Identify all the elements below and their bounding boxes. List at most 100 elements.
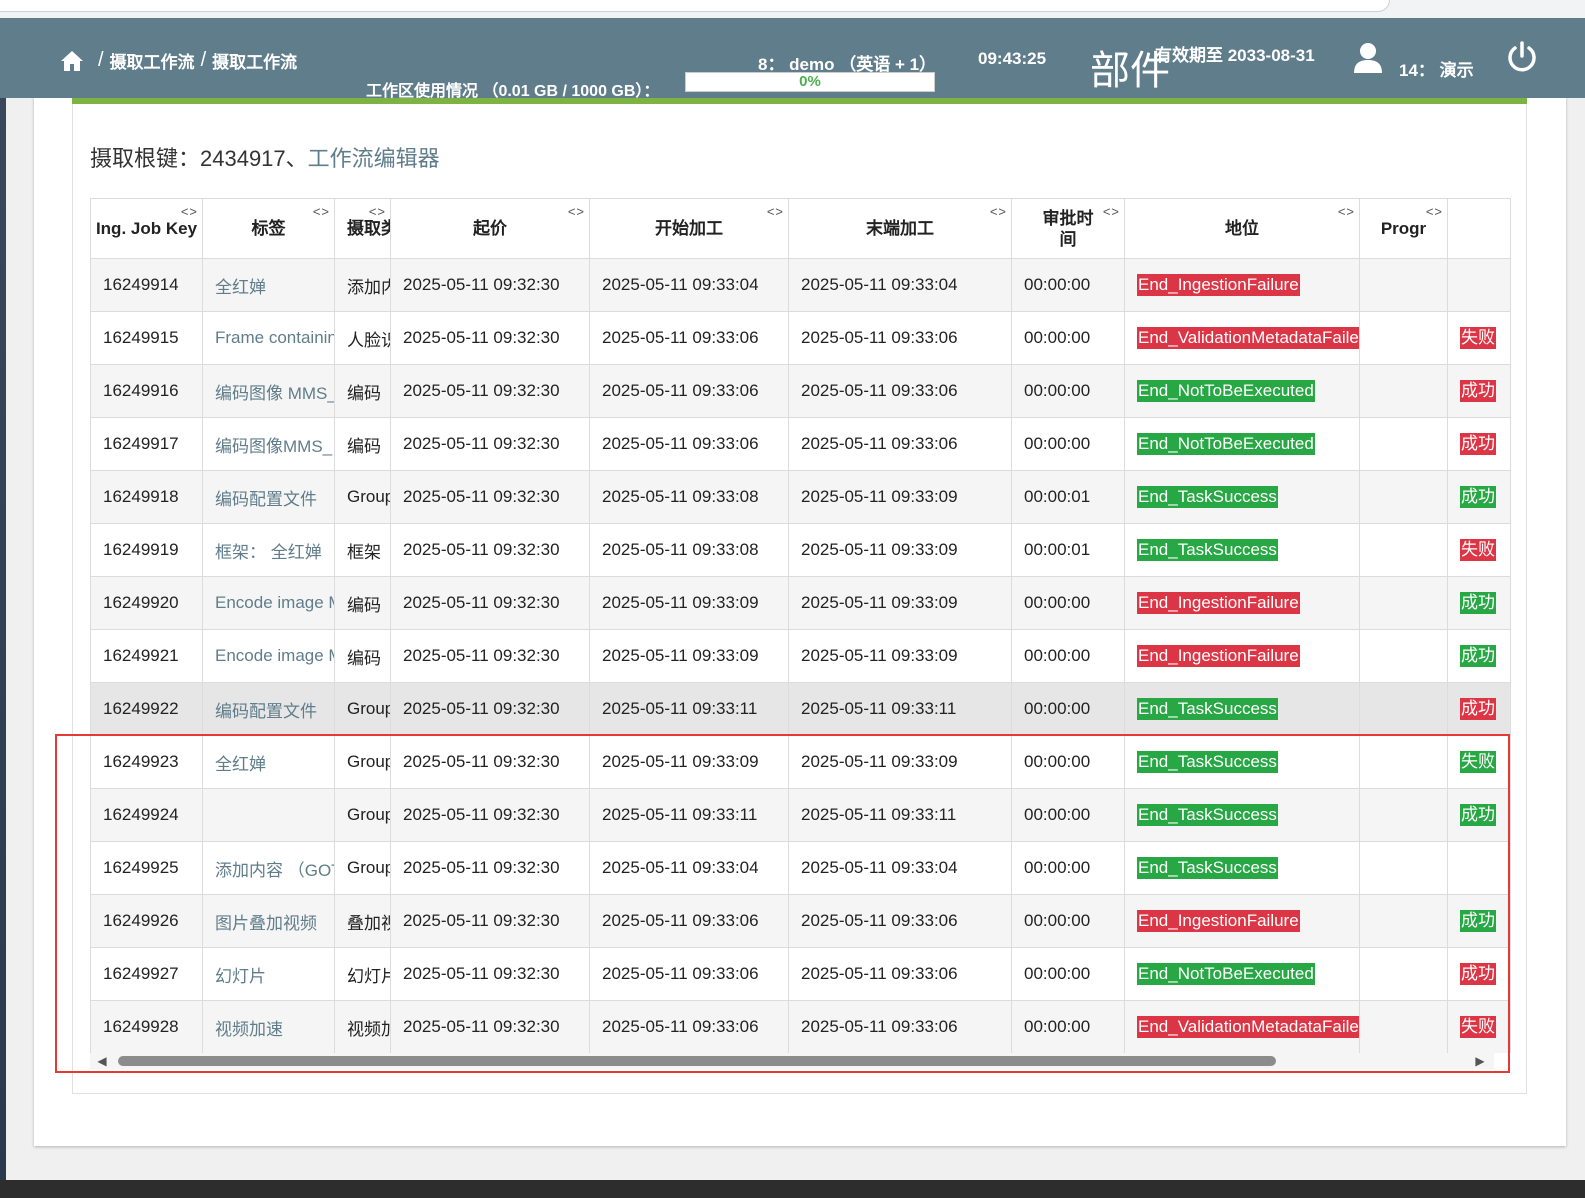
column-header-type[interactable]: 摄取类型<> xyxy=(334,198,391,259)
cell-end-time: 2025-05-11 09:33:09 xyxy=(788,735,1012,789)
cell-type: Group xyxy=(334,735,391,789)
breadcrumb-current[interactable]: 摄取工作流 xyxy=(212,48,297,73)
cell-label[interactable] xyxy=(202,788,335,842)
cell-label[interactable]: 编码图像 MMS_ xyxy=(202,364,335,418)
clock: 09:43:25 xyxy=(978,49,1047,68)
cell-label[interactable]: 幻灯片 xyxy=(202,947,335,1001)
column-header-begin[interactable]: 开始加工 <> xyxy=(589,198,789,259)
status-badge: End_TaskSuccess xyxy=(1137,804,1278,826)
user-name[interactable]: 14： 演示 xyxy=(1399,56,1474,81)
cell-label[interactable]: 全红婵 xyxy=(202,258,335,312)
column-header-progress[interactable]: Progr <> xyxy=(1359,198,1448,259)
result-badge: 成功 xyxy=(1460,645,1496,667)
table-row[interactable]: 16249921 Encode image M 编码 2025-05-11 09:32… xyxy=(90,629,1511,683)
table-row[interactable]: 16249928视频加速视频加2025-05-11 09:32:302025-0… xyxy=(90,1000,1511,1053)
browser-address-bar[interactable] xyxy=(0,0,1390,12)
cell-status: End_TaskSuccess xyxy=(1124,735,1360,789)
cell-label[interactable]: 编码配置文件 xyxy=(202,682,335,736)
cell-start-time: 2025-05-11 09:32:30 xyxy=(390,417,590,471)
status-badge: End_IngestionFailure xyxy=(1137,592,1300,614)
table-row[interactable]: 16249918 编码配置文件 Group 2025-05-11 09:32:30 20… xyxy=(90,470,1511,524)
sort-icon[interactable]: <> xyxy=(767,201,784,222)
cell-progress xyxy=(1359,576,1448,630)
cell-label[interactable]: 全红婵 xyxy=(202,735,335,789)
sort-icon[interactable]: <> xyxy=(313,201,330,222)
sort-icon[interactable]: <> xyxy=(990,201,1007,222)
cell-job-key: 16249922 xyxy=(90,682,203,736)
sort-icon[interactable]: <> xyxy=(568,201,585,222)
sort-icon[interactable]: <> xyxy=(181,201,198,222)
result-badge: 成功 xyxy=(1460,963,1496,985)
column-header-duration[interactable]: 审批时间 <> xyxy=(1011,198,1125,259)
home-icon[interactable] xyxy=(60,50,84,72)
scroll-right-icon[interactable]: ▶ xyxy=(1472,1053,1488,1069)
cell-end-time: 2025-05-11 09:33:09 xyxy=(788,576,1012,630)
table-row[interactable]: 16249917 编码图像MMS_ 编码 2025-05-11 09:32:30 202… xyxy=(90,417,1511,471)
cell-result: 成功 xyxy=(1447,629,1511,683)
workflow-editor-link[interactable]: 工作流编辑器 xyxy=(308,146,440,171)
table-row[interactable]: 16249916 编码图像 MMS_ 编码 2025-05-11 09:32:30 20… xyxy=(90,364,1511,418)
column-header-label[interactable]: 标签 <> xyxy=(202,198,335,259)
status-badge: End_TaskSuccess xyxy=(1137,751,1278,773)
user-icon[interactable] xyxy=(1353,42,1383,74)
scroll-left-icon[interactable]: ◀ xyxy=(94,1053,110,1069)
table-row[interactable]: 16249925 添加内容 （GOT Group 2025-05-11 09:32:3… xyxy=(90,841,1511,895)
horizontal-scrollbar[interactable]: ◀ ▶ xyxy=(90,1053,1494,1069)
cell-start-time: 2025-05-11 09:32:30 xyxy=(390,1000,590,1053)
table-row[interactable]: 16249926图片叠加视频叠加视2025-05-11 09:32:302025… xyxy=(90,894,1511,948)
column-header-end[interactable]: 末端加工 <> xyxy=(788,198,1012,259)
sort-icon[interactable]: <> xyxy=(1103,201,1120,222)
cell-duration: 00:00:00 xyxy=(1011,841,1125,895)
app-header: / 摄取工作流 / 摄取工作流 8： demo （英语 + 1） 工作区使用情况… xyxy=(0,18,1585,100)
cell-job-key: 16249923 xyxy=(90,735,203,789)
cell-type: 叠加视 xyxy=(334,894,391,948)
table-row[interactable]: 16249920 Encode image M 编码 2025-05-11 09:32… xyxy=(90,576,1511,630)
cell-status: End_IngestionFailure xyxy=(1124,629,1360,683)
cell-label[interactable]: 编码图像MMS_ xyxy=(202,417,335,471)
column-header-result[interactable] xyxy=(1447,198,1511,259)
column-header-start[interactable]: 起价 <> xyxy=(390,198,590,259)
table-row[interactable]: 16249927幻灯片幻灯片2025-05-11 09:32:302025-05… xyxy=(90,947,1511,1001)
cell-label[interactable]: 添加内容 （GOT xyxy=(202,841,335,895)
cell-label[interactable]: 框架： 全红婵 xyxy=(202,523,335,577)
breadcrumb-link-ingestion[interactable]: 摄取工作流 xyxy=(110,48,195,73)
sort-icon[interactable]: <> xyxy=(1338,201,1355,222)
sort-icon[interactable]: <> xyxy=(369,201,386,222)
table-row[interactable]: 16249915Frame containing人脸识别2025-05-11 0… xyxy=(90,311,1511,365)
table-row[interactable]: 16249914全红婵添加内容2025-05-11 09:32:302025-0… xyxy=(90,258,1511,312)
cell-begin-time: 2025-05-11 09:33:09 xyxy=(589,629,789,683)
sort-icon[interactable]: <> xyxy=(1426,201,1443,222)
table-row[interactable]: 16249924 Group 2025-05-11 09:32:30 2025-05-… xyxy=(90,788,1511,842)
cell-label[interactable]: Encode image M xyxy=(202,576,335,630)
status-badge: End_TaskSuccess xyxy=(1137,857,1278,879)
cell-end-time: 2025-05-11 09:33:04 xyxy=(788,258,1012,312)
table-row[interactable]: 16249919 框架： 全红婵 框架 2025-05-11 09:32:30 2025… xyxy=(90,523,1511,577)
cell-label[interactable]: 视频加速 xyxy=(202,1000,335,1053)
cell-progress xyxy=(1359,735,1448,789)
cell-end-time: 2025-05-11 09:33:04 xyxy=(788,841,1012,895)
cell-job-key: 16249921 xyxy=(90,629,203,683)
cell-label[interactable]: Encode image M xyxy=(202,629,335,683)
cell-begin-time: 2025-05-11 09:33:06 xyxy=(589,311,789,365)
table-row[interactable]: 16249923 全红婵 Group 2025-05-11 09:32:30 2025-… xyxy=(90,735,1511,789)
cell-label[interactable]: 编码配置文件 xyxy=(202,470,335,524)
status-badge: End_NotToBeExecuted xyxy=(1137,380,1315,402)
cell-status: End_ValidationMetadataFailed xyxy=(1124,311,1360,365)
table-row[interactable]: 16249922 编码配置文件 Group 2025-05-11 09:32:30 20… xyxy=(90,682,1511,736)
power-icon[interactable] xyxy=(1505,40,1539,74)
cell-type: Group xyxy=(334,470,391,524)
cell-duration: 00:00:00 xyxy=(1011,894,1125,948)
scrollbar-thumb[interactable] xyxy=(118,1056,1276,1066)
cell-progress xyxy=(1359,682,1448,736)
cell-begin-time: 2025-05-11 09:33:11 xyxy=(589,788,789,842)
column-header-key[interactable]: Ing. Job Key <> xyxy=(90,198,203,259)
cell-label[interactable]: 图片叠加视频 xyxy=(202,894,335,948)
cell-result: 成功 xyxy=(1447,682,1511,736)
column-header-status[interactable]: 地位 <> xyxy=(1124,198,1360,259)
status-badge: End_ValidationMetadataFailed xyxy=(1137,327,1359,349)
status-badge: End_TaskSuccess xyxy=(1137,486,1278,508)
cell-label[interactable]: Frame containing xyxy=(202,311,335,365)
cell-result: 成功 xyxy=(1447,947,1511,1001)
cell-status: End_IngestionFailure xyxy=(1124,894,1360,948)
cell-begin-time: 2025-05-11 09:33:04 xyxy=(589,258,789,312)
